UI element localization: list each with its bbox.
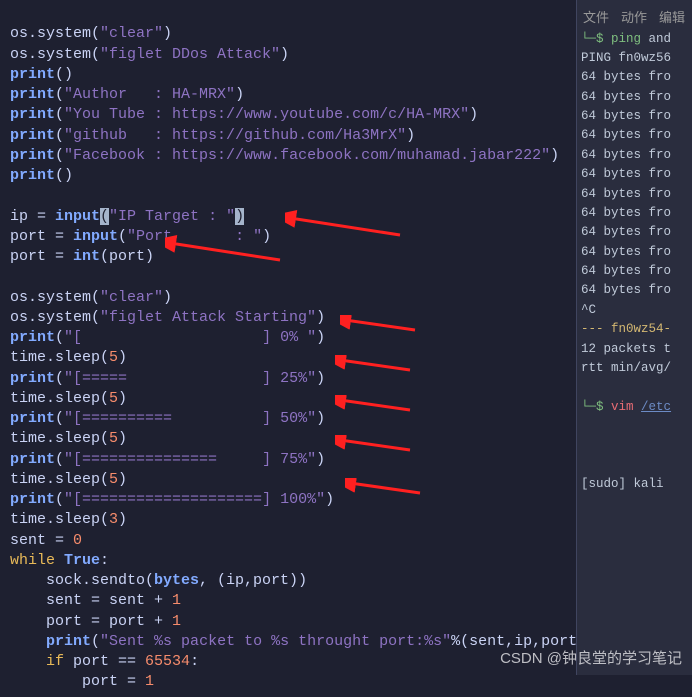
terminal-panel[interactable]: 文件 动作 编辑 └─$ ping and PING fn0wz56 64 by…: [576, 0, 692, 675]
menu-file[interactable]: 文件: [583, 10, 609, 28]
terminal-menu[interactable]: 文件 动作 编辑: [577, 0, 692, 30]
cursor-open-paren: (: [100, 208, 109, 225]
cursor-close-paren: ): [235, 208, 244, 225]
code-text: os.system(: [10, 25, 100, 42]
watermark-text: CSDN @钟良堂的学习笔记: [500, 649, 682, 669]
menu-action[interactable]: 动作: [621, 10, 647, 28]
menu-edit[interactable]: 编辑: [659, 10, 685, 28]
